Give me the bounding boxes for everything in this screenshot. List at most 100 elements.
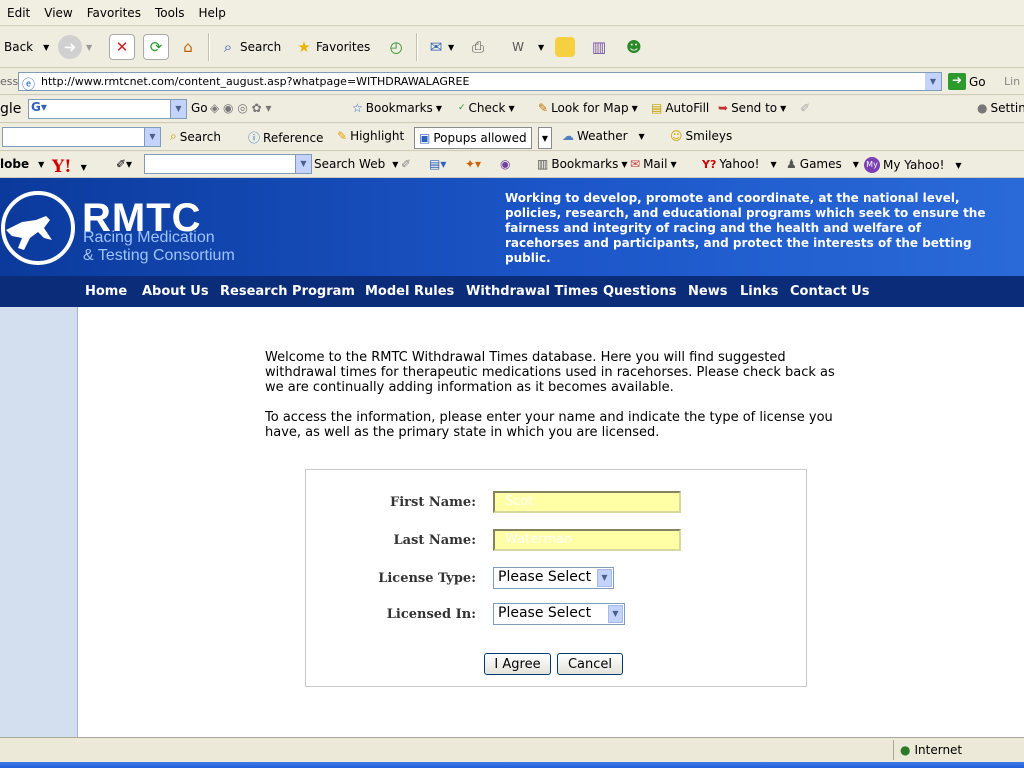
- yahoo-search-input[interactable]: ▼: [144, 154, 312, 174]
- favorites-button[interactable]: ★ Favorites: [292, 33, 370, 61]
- toolbar-search-button[interactable]: ⌕ Search: [170, 129, 221, 144]
- chevron-down-icon[interactable]: ▼: [295, 155, 311, 173]
- nav-links[interactable]: Links: [740, 284, 778, 299]
- lookformap-button[interactable]: ✎ Look for Map ▼: [538, 101, 638, 115]
- nav-research-program[interactable]: Research Program: [220, 284, 355, 299]
- ie-page-icon: ⓔ: [22, 78, 36, 93]
- yahoo-mail-label: Mail: [643, 157, 668, 171]
- nav-contact-us[interactable]: Contact Us: [790, 284, 869, 299]
- stop-button[interactable]: ✕: [109, 33, 135, 61]
- links-label[interactable]: Lin: [1004, 75, 1020, 88]
- search-toolbar: ▼ ⌕ Search ⓘ Reference ✎ Highlight ▣ Popups …: [0, 124, 1024, 151]
- toolbar-brand[interactable]: lobe ▼: [0, 157, 44, 171]
- licensed-in-label: Licensed In:: [386, 607, 476, 622]
- withdrawal-form: First Name: Scot Last Name: Waterman Lic…: [305, 469, 807, 687]
- smileys-button[interactable]: ☺ Smileys: [670, 129, 732, 143]
- popups-allowed-button[interactable]: ▣ Popups allowed: [414, 127, 532, 149]
- menu-view[interactable]: View: [37, 0, 79, 20]
- my-yahoo-label: My Yahoo!: [883, 158, 945, 172]
- highlight-button[interactable]: ✎ Highlight: [337, 129, 404, 143]
- history-button[interactable]: ◴: [384, 33, 408, 61]
- address-input[interactable]: ⓔ http://www.rmtcnet.com/content_august.…: [18, 72, 942, 93]
- bookmarks-label: Bookmarks: [365, 101, 433, 115]
- reference-label: Reference: [263, 130, 324, 145]
- search-web-label: Search Web: [314, 157, 386, 171]
- address-dropdown-icon[interactable]: ▼: [925, 73, 941, 90]
- menu-edit[interactable]: Edit: [0, 0, 37, 20]
- nav-about-us[interactable]: About Us: [142, 284, 209, 299]
- search-button[interactable]: ⌕ Search: [216, 33, 281, 61]
- intro-paragraph: Welcome to the RMTC Withdrawal Times dat…: [265, 350, 835, 395]
- licensed-in-value: Please Select: [498, 605, 592, 621]
- pencil-icon[interactable]: ✐▾: [116, 157, 132, 171]
- home-button[interactable]: ⌂: [176, 33, 200, 61]
- nav-model-rules[interactable]: Model Rules: [365, 284, 454, 299]
- mail-button[interactable]: ✉ ▼: [424, 33, 454, 61]
- toolbar-brand-label: lobe: [0, 157, 30, 171]
- google-go-button[interactable]: Go: [191, 101, 208, 115]
- messenger-button[interactable]: ☻: [622, 33, 646, 61]
- discuss-button[interactable]: [555, 33, 575, 61]
- nav-questions[interactable]: Questions: [603, 284, 676, 299]
- yahoo-bookmarks-button[interactable]: ▥ Bookmarks ▼: [537, 157, 628, 171]
- yahoo-button[interactable]: Y? Yahoo! ▼: [702, 157, 777, 171]
- games-button[interactable]: ♟ Games ▼: [786, 157, 859, 171]
- toolbar-search-input[interactable]: ▼: [2, 127, 161, 147]
- back-button[interactable]: Back ▼: [4, 33, 49, 61]
- highlight-label: Highlight: [350, 129, 405, 143]
- highlighter-icon: ✎: [337, 129, 348, 143]
- settings-label: Settin: [990, 101, 1024, 115]
- licensed-in-select[interactable]: Please Select ▼: [493, 603, 625, 625]
- print-button[interactable]: ⎙: [466, 33, 490, 61]
- search-web-button[interactable]: Search Web ▼: [314, 157, 398, 171]
- sendto-button[interactable]: ➥ Send to ▼: [718, 101, 786, 115]
- yahoo-logo-button[interactable]: Y! ▼: [52, 157, 87, 177]
- nav-news[interactable]: News: [688, 284, 727, 299]
- last-name-field[interactable]: Waterman: [493, 529, 681, 551]
- popups-dropdown-icon[interactable]: ▼: [538, 127, 552, 149]
- star-icon: ☆: [352, 101, 363, 115]
- games-icon: ♟: [786, 157, 797, 171]
- yahoo-logo-icon: Y!: [52, 157, 72, 177]
- menu-favorites[interactable]: Favorites: [80, 0, 148, 20]
- star-icon: ★: [297, 38, 311, 56]
- license-type-label: License Type:: [378, 571, 476, 586]
- forward-button[interactable]: ➜ ▼: [58, 33, 92, 61]
- edit-button[interactable]: W ▼: [506, 33, 544, 61]
- target-icon[interactable]: ✦▾: [465, 157, 481, 171]
- chevron-down-icon: ▼: [597, 569, 612, 587]
- research-button[interactable]: ▥: [587, 33, 611, 61]
- taskbar-strip: [0, 762, 1024, 768]
- autofill-button[interactable]: ▤ AutoFill: [651, 101, 709, 115]
- google-toolbar: gle G▾ ▼ Go ◈ ◉ ◎ ✿ ▾ ☆ Bookmarks ▼ ✓ Check ▼…: [0, 96, 1024, 123]
- spellcheck-button[interactable]: ✓ Check ▼: [458, 101, 515, 115]
- nav-home[interactable]: Home: [85, 284, 127, 299]
- settings-button[interactable]: ● Settin: [977, 101, 1024, 115]
- menu-tools[interactable]: Tools: [148, 0, 192, 20]
- google-search-input[interactable]: G▾ ▼: [28, 99, 187, 119]
- highlighter-icon[interactable]: ✐: [401, 157, 411, 171]
- my-yahoo-button[interactable]: My My Yahoo! ▼: [864, 157, 962, 173]
- agree-button[interactable]: I Agree: [484, 653, 551, 675]
- reference-button[interactable]: ⓘ Reference: [248, 129, 323, 146]
- last-name-label: Last Name:: [393, 533, 476, 548]
- weather-button[interactable]: ☁ Weather ▼: [562, 129, 645, 143]
- headphones-icon[interactable]: ◉: [500, 157, 510, 171]
- weather-label: Weather: [577, 129, 628, 143]
- google-bookmarks-button[interactable]: ☆ Bookmarks ▼: [352, 101, 442, 115]
- smiley-icon: ☺: [670, 129, 683, 143]
- google-buttons-icons[interactable]: ◈ ◉ ◎ ✿ ▾: [210, 101, 272, 115]
- yahoo-mail-button[interactable]: ✉ Mail ▼: [630, 157, 677, 171]
- go-button[interactable]: ➜ Go: [948, 73, 986, 90]
- chevron-down-icon[interactable]: ▼: [144, 128, 160, 146]
- pencil-icon[interactable]: ✐: [800, 101, 810, 115]
- license-type-select[interactable]: Please Select ▼: [493, 567, 614, 589]
- refresh-button[interactable]: ⟳: [143, 33, 169, 61]
- menu-help[interactable]: Help: [192, 0, 233, 20]
- chevron-down-icon[interactable]: ▼: [170, 100, 186, 118]
- cancel-button[interactable]: Cancel: [557, 653, 623, 675]
- layout-icon[interactable]: ▤▾: [429, 157, 446, 171]
- nav-withdrawal-times[interactable]: Withdrawal Times: [466, 284, 598, 299]
- first-name-field[interactable]: Scot: [493, 491, 681, 513]
- logo-subtitle-1: Racing Medication: [83, 229, 215, 246]
